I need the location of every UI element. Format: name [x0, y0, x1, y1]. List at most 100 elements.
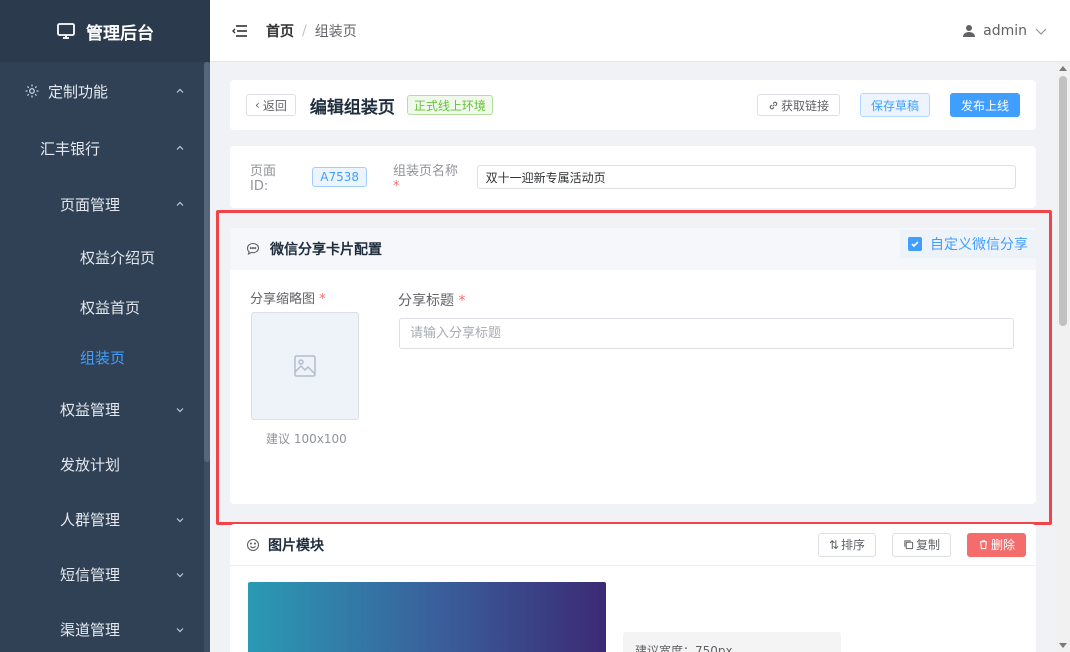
sidebar-item-label: 渠道管理 — [60, 621, 121, 639]
sidebar-item-custom-features[interactable]: 定制功能 — [0, 62, 210, 120]
sidebar-item-label: 汇丰银行 — [40, 139, 101, 158]
copy-button[interactable]: 复制 — [891, 532, 951, 557]
share-thumb-hint: 建议 100x100 — [266, 432, 347, 446]
page-title: 编辑组装页 — [309, 97, 395, 118]
share-title-label-text: 分享标题 — [398, 293, 454, 309]
sidebar-item-channel-management[interactable]: 渠道管理 — [0, 602, 210, 652]
image-module-panel: 图片模块 ⇅ 排序 复制 删除 建议宽度：750px — [230, 524, 1036, 652]
sidebar-item-label: 权益首页 — [80, 298, 141, 317]
sidebar-item-page-management[interactable]: 页面管理 — [0, 176, 210, 232]
sidebar-item-assembly-page[interactable]: 组装页 — [0, 332, 210, 382]
chevron-up-icon — [176, 201, 184, 206]
delete-button[interactable]: 删除 — [966, 532, 1026, 557]
back-button[interactable]: ‹ 返回 — [246, 94, 296, 116]
app-title: 管理后台 — [86, 23, 154, 44]
width-hint: 建议宽度：750px — [623, 632, 841, 652]
sidebar-item-label: 页面管理 — [60, 195, 121, 214]
delete-label: 删除 — [990, 538, 1015, 552]
sidebar-item-label: 权益管理 — [60, 401, 121, 419]
sidebar-item-audience-management[interactable]: 人群管理 — [0, 492, 210, 547]
page-name-input[interactable] — [476, 165, 1016, 189]
share-title-label: 分享标题 * — [398, 290, 465, 310]
get-link-label: 获取链接 — [780, 98, 829, 113]
sort-icon: ⇅ — [828, 537, 839, 552]
chevron-up-icon — [176, 88, 184, 93]
page-name-label: 组装页名称 * — [393, 160, 469, 194]
main-scrollbar-thumb[interactable] — [1059, 76, 1067, 326]
page-id-label: 页面 ID: — [250, 164, 277, 194]
sidebar-item-benefit-management[interactable]: 权益管理 — [0, 382, 210, 437]
share-thumb-label-text: 分享缩略图 — [250, 292, 316, 307]
share-thumb-label: 分享缩略图 * — [250, 288, 326, 307]
sidebar-item-label: 人群管理 — [60, 511, 121, 529]
chevron-down-icon — [176, 572, 184, 577]
chevron-down-icon — [1035, 28, 1047, 35]
sidebar: 管理后台 定制功能 汇丰银行 页面管理 权益介绍页 权益首页 组装页 权益管理 … — [0, 0, 210, 652]
image-module-title: 图片模块 — [268, 537, 324, 554]
sidebar-menu: 定制功能 汇丰银行 页面管理 权益介绍页 权益首页 组装页 权益管理 发放计划 … — [0, 62, 210, 652]
required-mark: * — [458, 293, 466, 309]
page-name-label-text: 组装页名称 — [393, 164, 459, 179]
checkbox-checked-icon — [908, 237, 922, 251]
breadcrumb: 首页 / 组装页 — [266, 21, 357, 41]
chat-bubble-icon — [246, 242, 260, 256]
sidebar-item-label: 权益介绍页 — [80, 248, 156, 267]
sidebar-item-label: 组装页 — [80, 348, 126, 367]
chevron-down-icon — [176, 407, 184, 412]
chevron-up-icon — [176, 145, 184, 150]
sidebar-item-label: 定制功能 — [48, 82, 109, 101]
sidebar-item-sms-management[interactable]: 短信管理 — [0, 547, 210, 602]
sidebar-item-benefit-intro[interactable]: 权益介绍页 — [0, 232, 210, 282]
share-thumb-uploader[interactable] — [251, 312, 359, 420]
main-scrollbar[interactable] — [1056, 62, 1070, 652]
user-menu[interactable]: admin — [962, 0, 1048, 62]
image-module-header: 图片模块 ⇅ 排序 复制 删除 — [230, 524, 1036, 566]
sort-button[interactable]: ⇅ 排序 — [817, 532, 876, 557]
app-title-bar: 管理后台 — [0, 0, 210, 62]
chevron-down-icon — [176, 517, 184, 522]
save-draft-button[interactable]: 保存草稿 — [859, 93, 930, 117]
image-module-actions: ⇅ 排序 复制 删除 — [817, 532, 1026, 557]
wechat-share-body: 分享缩略图 * 建议 100x100 分享标题 * — [230, 270, 1036, 504]
chevron-left-icon: ‹ — [255, 98, 260, 112]
scroll-down-arrow-icon[interactable] — [1059, 643, 1067, 648]
custom-share-checkbox[interactable]: 自定义微信分享 — [900, 230, 1036, 258]
wechat-share-card-panel: 微信分享卡片配置 自定义微信分享 分享缩略图 * 建议 100x100 分享标题… — [230, 228, 1036, 504]
menu-fold-icon[interactable] — [232, 24, 248, 38]
sort-label: 排序 — [840, 538, 865, 552]
sidebar-item-label: 发放计划 — [60, 456, 121, 474]
image-module-banner[interactable] — [248, 582, 606, 652]
sidebar-item-benefit-home[interactable]: 权益首页 — [0, 282, 210, 332]
custom-share-label: 自定义微信分享 — [930, 237, 1028, 253]
copy-icon — [904, 540, 914, 550]
copy-label: 复制 — [915, 538, 940, 552]
sidebar-item-distribution-plan[interactable]: 发放计划 — [0, 437, 210, 492]
sidebar-item-hsbc[interactable]: 汇丰银行 — [0, 120, 210, 176]
scroll-up-arrow-icon[interactable] — [1059, 66, 1067, 71]
image-placeholder-icon — [294, 355, 316, 377]
main-content: ‹ 返回 编辑组装页 正式线上环境 获取链接 保存草稿 发布上线 页面 ID: … — [210, 62, 1056, 652]
trash-icon — [979, 540, 988, 550]
wechat-share-title: 微信分享卡片配置 — [270, 242, 382, 258]
smile-icon — [246, 538, 260, 551]
link-icon — [769, 101, 778, 109]
page-id-tag: A7538 — [312, 167, 368, 187]
back-button-label: 返回 — [262, 98, 287, 113]
get-link-button[interactable]: 获取链接 — [756, 94, 840, 116]
top-header: 首页 / 组装页 admin — [210, 0, 1070, 62]
username: admin — [983, 23, 1027, 39]
publish-button[interactable]: 发布上线 — [949, 93, 1020, 117]
toolbar-actions: 获取链接 保存草稿 发布上线 — [756, 93, 1020, 117]
required-mark: * — [319, 292, 326, 307]
breadcrumb-home[interactable]: 首页 — [266, 21, 294, 41]
monitor-icon — [57, 23, 75, 39]
gear-icon — [25, 84, 39, 98]
page-info-bar: 页面 ID: A7538 组装页名称 * — [230, 146, 1036, 208]
share-title-input[interactable] — [399, 318, 1014, 349]
breadcrumb-separator: / — [302, 22, 307, 39]
environment-tag: 正式线上环境 — [406, 95, 493, 115]
breadcrumb-current: 组装页 — [314, 23, 357, 40]
wechat-share-header: 微信分享卡片配置 自定义微信分享 — [230, 228, 1036, 270]
page-toolbar: ‹ 返回 编辑组装页 正式线上环境 获取链接 保存草稿 发布上线 — [230, 80, 1036, 130]
chevron-down-icon — [176, 627, 184, 632]
